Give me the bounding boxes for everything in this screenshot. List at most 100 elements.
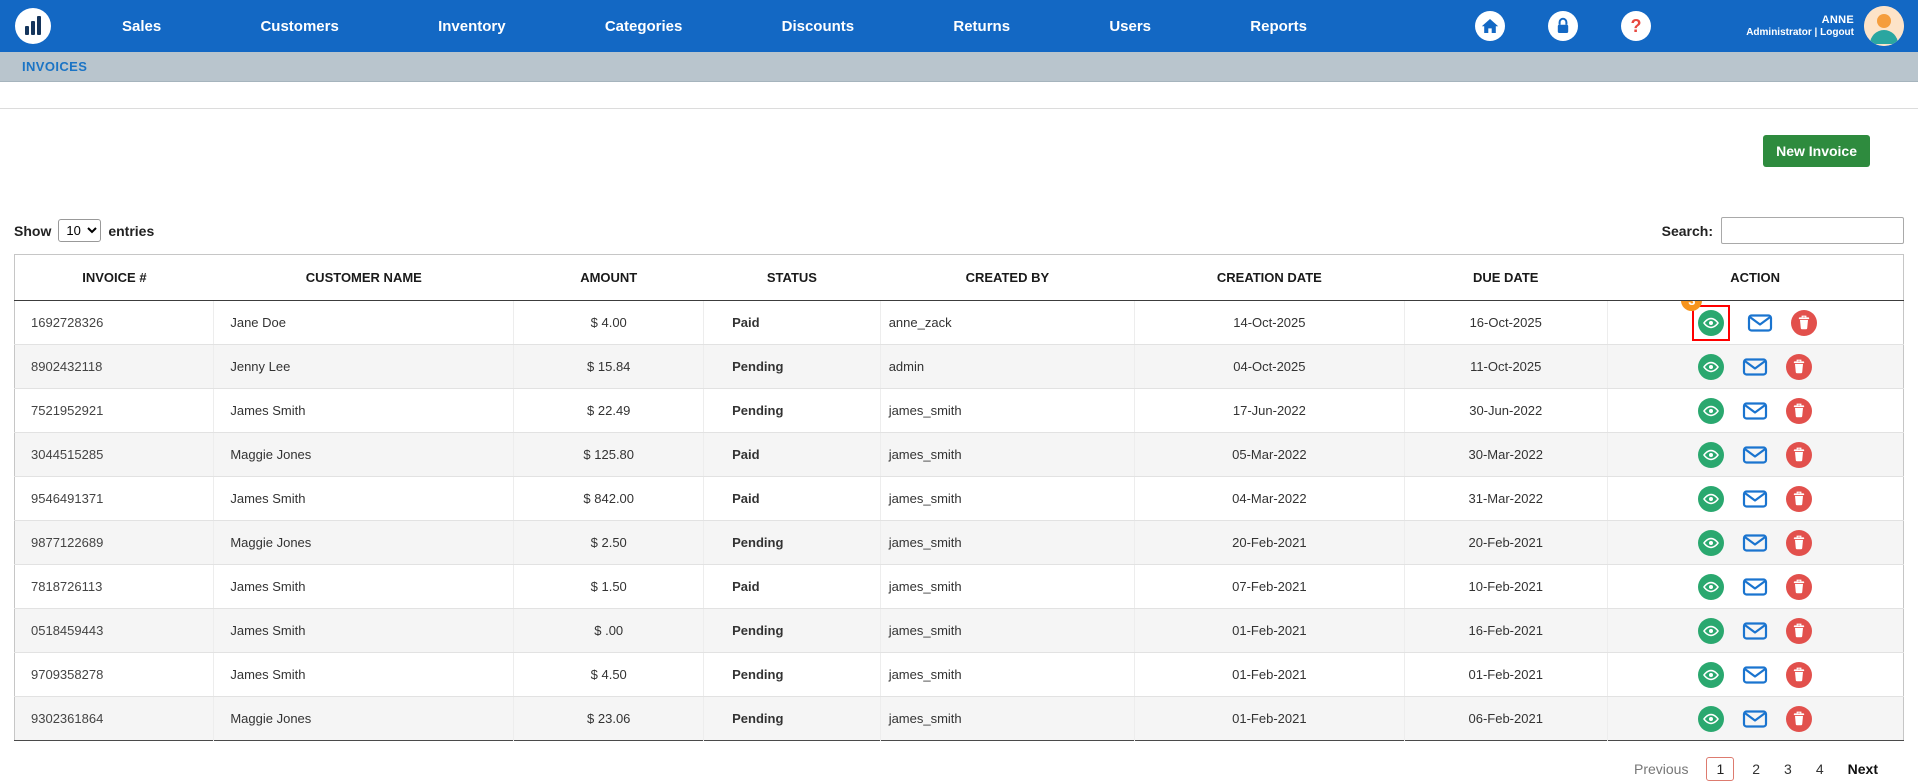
view-invoice-button[interactable] [1697,397,1725,425]
delete-invoice-button[interactable] [1785,485,1813,513]
invoice-number-cell: 7521952921 [15,389,214,433]
view-invoice-button[interactable] [1697,441,1725,469]
view-invoice-button[interactable] [1697,353,1725,381]
delete-invoice-button[interactable] [1785,617,1813,645]
user-avatar[interactable] [1864,6,1904,46]
status-cell: Paid [704,477,881,521]
delete-invoice-button[interactable] [1785,441,1813,469]
delete-icon [1785,617,1813,645]
page-button-4[interactable]: 4 [1810,757,1830,781]
customer-name-cell: Maggie Jones [214,521,514,565]
search-input[interactable] [1721,217,1904,244]
column-header-created-by[interactable]: CREATED BY [880,255,1134,301]
lock-icon[interactable] [1548,11,1578,41]
mail-icon [1746,309,1774,337]
delete-icon [1785,485,1813,513]
view-invoice-button[interactable] [1697,661,1725,689]
nav-item-reports[interactable]: Reports [1250,18,1307,35]
column-header-invoice[interactable]: INVOICE # [15,255,214,301]
delete-invoice-button[interactable] [1785,529,1813,557]
view-invoice-button[interactable]: 3 [1692,305,1730,341]
column-header-due-date[interactable]: DUE DATE [1404,255,1607,301]
action-buttons [1608,573,1903,601]
next-page-button[interactable]: Next [1842,761,1884,777]
delete-invoice-button[interactable] [1785,573,1813,601]
creation-date-cell: 20-Feb-2021 [1135,521,1405,565]
invoice-row: 9877122689Maggie Jones$ 2.50Pendingjames… [15,521,1904,565]
view-invoice-button[interactable] [1697,705,1725,733]
view-icon [1697,485,1725,513]
delete-invoice-button[interactable] [1785,353,1813,381]
column-header-creation-date[interactable]: CREATION DATE [1135,255,1405,301]
page-button-3[interactable]: 3 [1778,757,1798,781]
help-icon[interactable]: ? [1621,11,1651,41]
nav-item-sales[interactable]: Sales [122,18,161,35]
creation-date-cell: 14-Oct-2025 [1135,301,1405,345]
creation-date-cell: 01-Feb-2021 [1135,609,1405,653]
view-icon [1697,309,1725,337]
delete-icon [1785,705,1813,733]
table-body: 1692728326Jane Doe$ 4.00Paidanne_zack14-… [15,301,1904,741]
user-role-logout-link[interactable]: Administrator | Logout [1746,27,1854,38]
mail-icon [1741,529,1769,557]
nav-item-customers[interactable]: Customers [260,18,338,35]
delete-invoice-button[interactable] [1785,705,1813,733]
email-invoice-button[interactable] [1741,353,1769,381]
column-header-customer-name[interactable]: CUSTOMER NAME [214,255,514,301]
view-invoice-button[interactable] [1697,485,1725,513]
nav-item-discounts[interactable]: Discounts [782,18,855,35]
column-header-amount[interactable]: AMOUNT [514,255,704,301]
email-invoice-button[interactable] [1741,573,1769,601]
email-invoice-button[interactable] [1741,661,1769,689]
action-buttons [1608,529,1903,557]
new-invoice-button[interactable]: New Invoice [1763,135,1870,167]
email-invoice-button[interactable] [1741,441,1769,469]
action-cell [1607,345,1903,389]
action-cell: 3 [1607,301,1903,345]
lock-glyph-icon [1548,11,1578,41]
delete-invoice-button[interactable] [1785,397,1813,425]
toolbar-row: New Invoice [0,109,1918,167]
email-invoice-button[interactable] [1741,529,1769,557]
delete-invoice-button[interactable] [1790,309,1818,337]
email-invoice-button[interactable] [1741,617,1769,645]
amount-cell: $ 125.80 [514,433,704,477]
table-header-row: INVOICE #CUSTOMER NAMEAMOUNTSTATUSCREATE… [15,255,1904,301]
action-buttons [1608,441,1903,469]
email-invoice-button[interactable] [1741,397,1769,425]
due-date-cell: 11-Oct-2025 [1404,345,1607,389]
view-invoice-button[interactable] [1697,529,1725,557]
action-cell [1607,653,1903,697]
created-by-cell: james_smith [880,697,1134,741]
column-header-action[interactable]: ACTION [1607,255,1903,301]
delete-icon [1785,441,1813,469]
page-button-2[interactable]: 2 [1746,757,1766,781]
customer-name-cell: James Smith [214,653,514,697]
nav-item-users[interactable]: Users [1109,18,1151,35]
search-control: Search: [1662,217,1904,244]
view-invoice-button[interactable] [1697,573,1725,601]
nav-item-categories[interactable]: Categories [605,18,683,35]
view-invoice-button[interactable] [1697,617,1725,645]
column-header-status[interactable]: STATUS [704,255,881,301]
email-invoice-button[interactable] [1741,705,1769,733]
previous-page-button[interactable]: Previous [1628,761,1694,777]
view-icon [1697,705,1725,733]
email-invoice-button[interactable] [1741,485,1769,513]
mail-icon [1741,573,1769,601]
view-icon [1697,617,1725,645]
nav-item-returns[interactable]: Returns [953,18,1010,35]
email-invoice-button[interactable] [1746,309,1774,337]
invoice-number-cell: 3044515285 [15,433,214,477]
amount-cell: $ 22.49 [514,389,704,433]
created-by-cell: james_smith [880,653,1134,697]
home-icon[interactable] [1475,11,1505,41]
delete-invoice-button[interactable] [1785,661,1813,689]
user-info[interactable]: ANNE Administrator | Logout [1746,14,1854,38]
entries-select[interactable]: 10 [58,219,101,242]
page-button-1[interactable]: 1 [1706,757,1734,781]
created-by-cell: james_smith [880,521,1134,565]
nav-item-inventory[interactable]: Inventory [438,18,506,35]
due-date-cell: 01-Feb-2021 [1404,653,1607,697]
app-logo[interactable] [14,7,52,45]
